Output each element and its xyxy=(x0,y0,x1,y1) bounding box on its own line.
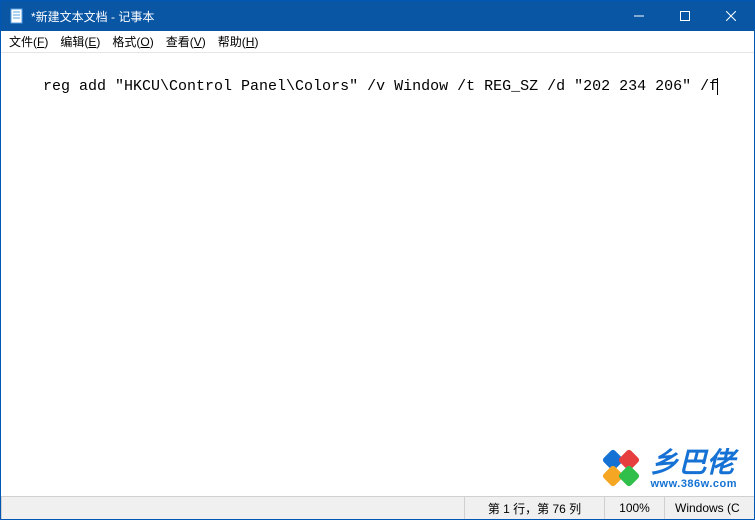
minimize-button[interactable] xyxy=(616,1,662,31)
maximize-button[interactable] xyxy=(662,1,708,31)
notepad-icon xyxy=(9,8,25,24)
status-encoding: Windows (C xyxy=(664,497,754,519)
statusbar: 第 1 行，第 76 列 100% Windows (C xyxy=(1,496,754,519)
menu-file[interactable]: 文件(F) xyxy=(3,31,54,52)
editor-content: reg add "HKCU\Control Panel\Colors" /v W… xyxy=(43,78,718,95)
menubar: 文件(F) 编辑(E) 格式(O) 查看(V) 帮助(H) xyxy=(1,31,754,53)
text-editor[interactable]: reg add "HKCU\Control Panel\Colors" /v W… xyxy=(1,53,754,496)
menu-format[interactable]: 格式(O) xyxy=(106,31,159,52)
menu-help[interactable]: 帮助(H) xyxy=(212,31,265,52)
close-button[interactable] xyxy=(708,1,754,31)
statusbar-spacer xyxy=(1,497,464,519)
status-zoom: 100% xyxy=(604,497,664,519)
notepad-window: *新建文本文档 - 记事本 文件(F) 编辑(E) 格式(O) 查看(V) 帮助… xyxy=(0,0,755,520)
status-position: 第 1 行，第 76 列 xyxy=(464,497,604,519)
menu-view[interactable]: 查看(V) xyxy=(160,31,212,52)
titlebar[interactable]: *新建文本文档 - 记事本 xyxy=(1,1,754,31)
text-cursor xyxy=(717,78,718,95)
window-controls xyxy=(616,1,754,31)
menu-edit[interactable]: 编辑(E) xyxy=(54,31,106,52)
window-title: *新建文本文档 - 记事本 xyxy=(31,8,616,25)
